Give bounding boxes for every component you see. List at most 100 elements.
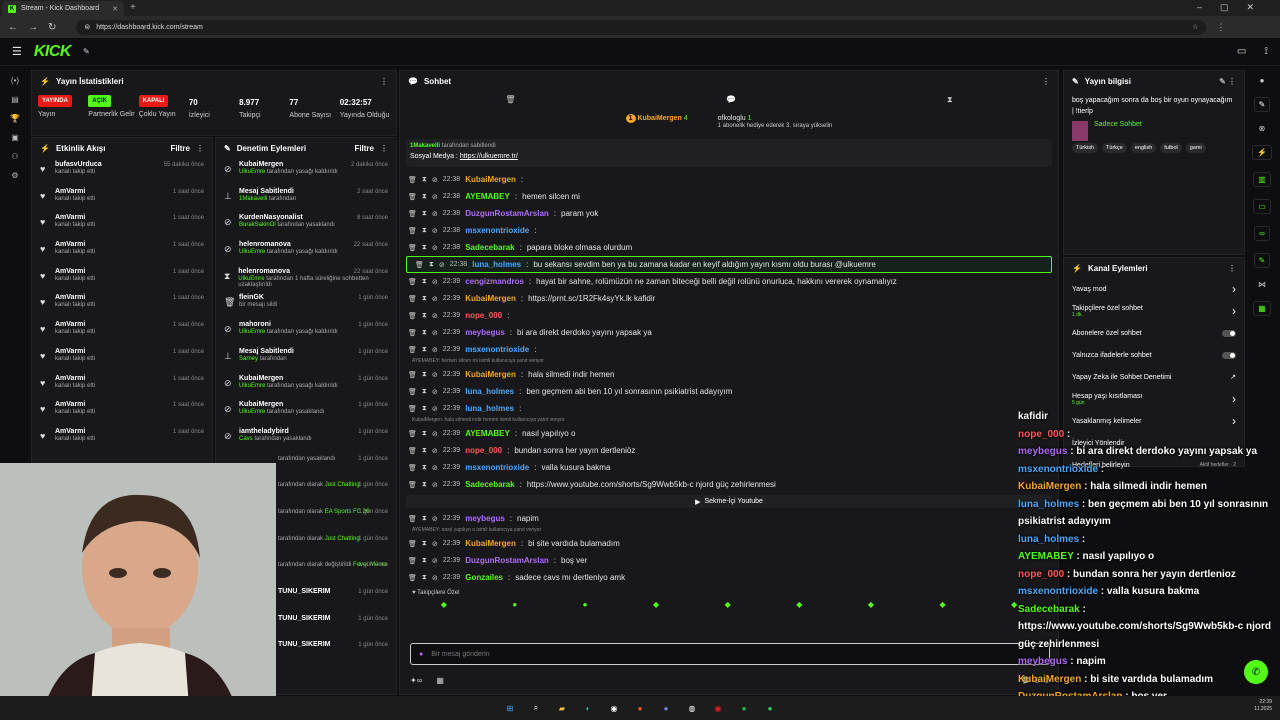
message-user[interactable]: KubaiMergen <box>465 175 516 184</box>
chat-message[interactable]: 🗑 ⧗ ⊘ 22:38 AYEMABEY: hemen silcen mi <box>400 188 1058 205</box>
chat-message[interactable]: 🗑 ⧗ ⊘ 22:39 KubaiMergen: hala silmedi indir h… <box>400 366 1058 383</box>
moderation-item[interactable]: ⊘ helenromanova UlkuEmre tarafından yasağı… <box>216 238 396 265</box>
ban-icon[interactable]: ⊘ <box>432 405 438 413</box>
chat-message[interactable]: 🗑 ⧗ ⊘ 22:38 KubaiMergen: <box>400 171 1058 188</box>
channel-action[interactable]: Yapay Zeka ile Sohbet Denetimi ↗ <box>1064 366 1244 388</box>
moderation-filter-button[interactable]: Filtre <box>354 144 374 153</box>
delete-msg-icon[interactable]: 🗑 <box>408 295 417 303</box>
delete-msg-icon[interactable]: 🗑 <box>408 244 417 252</box>
chat-message[interactable]: 🗑 ⧗ ⊘ 22:39 AYEMABEY: nasıl yapılıyo o <box>400 425 1058 442</box>
ban-icon[interactable]: ⊘ <box>432 557 438 565</box>
kick-fab-icon[interactable]: ✆ <box>1244 660 1268 684</box>
whatsapp-icon[interactable]: ● <box>763 701 777 715</box>
ban-icon[interactable]: ⊘ <box>432 481 438 489</box>
chat-input[interactable]: ● Bir mesaj gönderin <box>410 643 1050 665</box>
channel-action[interactable]: Hesap yaşı kısıtlaması 5 gün › <box>1064 388 1244 410</box>
edge-icon[interactable]: ◐ <box>581 701 595 715</box>
users-icon[interactable]: ⚇ <box>11 152 18 161</box>
more-icon[interactable]: ⋮ <box>196 144 204 153</box>
ban-icon[interactable]: ⊘ <box>432 210 438 218</box>
more-icon[interactable]: ⋮ <box>380 77 388 86</box>
start-icon[interactable]: ⊞ <box>503 701 517 715</box>
ban-icon[interactable]: ⊘ <box>432 371 438 379</box>
delete-msg-icon[interactable]: 🗑 <box>408 540 417 548</box>
delete-msg-icon[interactable]: 🗑 <box>408 176 417 184</box>
activity-item[interactable]: ♥ AmVarmi kanalı takip etti 1 saat önce <box>32 238 212 265</box>
delete-msg-icon[interactable]: 🗑 <box>408 210 417 218</box>
mic-icon[interactable]: ● <box>419 651 423 658</box>
crosshair-icon[interactable]: ⊗ <box>1259 124 1266 133</box>
message-user[interactable]: luna_holmes <box>472 260 521 269</box>
timeout-icon[interactable]: ⧗ <box>422 481 427 489</box>
tag-chip[interactable]: english <box>1130 143 1157 153</box>
timeout-icon[interactable]: ⧗ <box>422 329 427 337</box>
moderation-item[interactable]: ⊘ iamtheladybird Cavs tarafından yasakland… <box>216 425 396 452</box>
trash-tab-icon[interactable]: 🗑 <box>505 95 515 105</box>
layers-icon[interactable]: ▣ <box>11 133 19 142</box>
chat-message[interactable]: 🗑 ⧗ ⊘ 22:38 DuzgunRostamArslan: param yok <box>400 205 1058 222</box>
message-user[interactable]: KubaiMergen <box>465 370 516 379</box>
tag-chip[interactable]: Türkçe <box>1102 143 1127 153</box>
message-user[interactable]: nope_000 <box>465 311 502 320</box>
message-user[interactable]: nope_000 <box>465 446 502 455</box>
timeout-icon[interactable]: ⧗ <box>422 464 427 472</box>
delete-msg-icon[interactable]: 🗑 <box>408 346 417 354</box>
chat-message[interactable]: 🗑 ⧗ ⊘ 22:39 Sadecebarak: https://www.youtube.… <box>400 476 1058 493</box>
delete-msg-icon[interactable]: 🗑 <box>408 329 417 337</box>
chat-message[interactable]: 🗑 ⧗ ⊘ 22:39 msxenontrioxide: <box>400 341 1058 358</box>
timeout-icon[interactable]: ⧗ <box>422 278 427 286</box>
channel-action[interactable]: Takipçilere özel sohbet 1 dk. › <box>1064 300 1244 322</box>
mod-tools-icon[interactable]: ✦∞ <box>410 676 422 685</box>
chat-message[interactable]: 🗑 ⧗ ⊘ 22:39 nope_000: <box>400 307 1058 324</box>
timeout-icon[interactable]: ⧗ <box>422 312 427 320</box>
timeout-icon[interactable]: ⧗ <box>422 430 427 438</box>
message-user[interactable]: DuzgunRostamArslan <box>465 556 549 565</box>
delete-msg-icon[interactable]: 🗑 <box>408 312 417 320</box>
chat-message[interactable]: 🗑 ⧗ ⊘ 22:39 KubaiMergen: bi site vardıda bula… <box>400 535 1058 552</box>
window-controls[interactable]: –▢✕ <box>1197 2 1272 13</box>
tag-chip[interactable]: futbol <box>1160 143 1182 153</box>
message-user[interactable]: KubaiMergen <box>465 539 516 548</box>
wrench-icon[interactable]: ✎ <box>1253 253 1271 268</box>
chat-message[interactable]: 🗑 ⧗ ⊘ 22:38 msxenontrioxide: <box>400 222 1058 239</box>
activity-item[interactable]: ♥ AmVarmi kanalı takip etti 1 saat önce <box>32 185 212 212</box>
ban-icon[interactable]: ⊘ <box>432 430 438 438</box>
activity-item[interactable]: ♥ AmVarmi kanalı takip etti 1 saat önce <box>32 211 212 238</box>
share-icon[interactable]: ⋈ <box>1258 280 1266 289</box>
moderation-item[interactable]: ⧗ helenromanova UlkuEmre tarafından 1 haft… <box>216 265 396 292</box>
ban-icon[interactable]: ⊘ <box>432 193 438 201</box>
info-icon[interactable]: ● <box>1260 76 1265 85</box>
chat-message[interactable]: 🗑 ⧗ ⊘ 22:39 DuzgunRostamArslan: boş ver <box>400 552 1058 569</box>
chat-tab-icon[interactable]: 💬 <box>726 95 736 105</box>
ban-icon[interactable]: ⊘ <box>432 464 438 472</box>
stat-pill[interactable]: AÇIK <box>88 95 111 107</box>
bookmark-star-icon[interactable]: ☆ <box>1192 23 1198 31</box>
ban-icon[interactable]: ⊘ <box>432 295 438 303</box>
message-user[interactable]: luna_holmes <box>465 387 514 396</box>
ban-icon[interactable]: ⊘ <box>432 329 438 337</box>
timeout-icon[interactable]: ⧗ <box>422 515 427 523</box>
timeout-icon[interactable]: ⧗ <box>422 405 427 413</box>
youtube-inline-banner[interactable]: ▶ Sekme-İçi Youtube <box>406 495 1052 508</box>
ban-icon[interactable]: ⊘ <box>432 278 438 286</box>
message-user[interactable]: Gonzailes <box>465 573 503 582</box>
ban-icon[interactable]: ⊘ <box>432 447 438 455</box>
ban-icon[interactable]: ⊘ <box>432 176 438 184</box>
obs-icon[interactable]: ◉ <box>711 701 725 715</box>
moderation-item[interactable]: ⊘ KubaiMergen UlkuEmre tarafından yasağı k… <box>216 158 396 185</box>
message-user[interactable]: Sadecebarak <box>465 480 514 489</box>
message-user[interactable]: luna_holmes <box>465 404 514 413</box>
search-icon[interactable]: ⌕ <box>529 701 543 715</box>
timeout-icon[interactable]: ⧗ <box>422 346 427 354</box>
delete-msg-icon[interactable]: 🗑 <box>415 261 424 269</box>
ban-icon[interactable]: ⊘ <box>432 227 438 235</box>
timeout-icon[interactable]: ⧗ <box>422 540 427 548</box>
channel-action[interactable]: Yalnızca ifadelerle sohbet <box>1064 344 1244 366</box>
activity-item[interactable]: ♥ AmVarmi kanalı takip etti 1 saat önce <box>32 265 212 292</box>
tag-chip[interactable]: gami <box>1185 143 1206 153</box>
discord-icon[interactable]: ● <box>659 701 673 715</box>
ban-icon[interactable]: ⊘ <box>432 346 438 354</box>
pin-tool-icon[interactable]: ✎ <box>83 47 90 56</box>
delete-msg-icon[interactable]: 🗑 <box>408 278 417 286</box>
settings-icon[interactable]: ⚙ <box>11 171 18 180</box>
